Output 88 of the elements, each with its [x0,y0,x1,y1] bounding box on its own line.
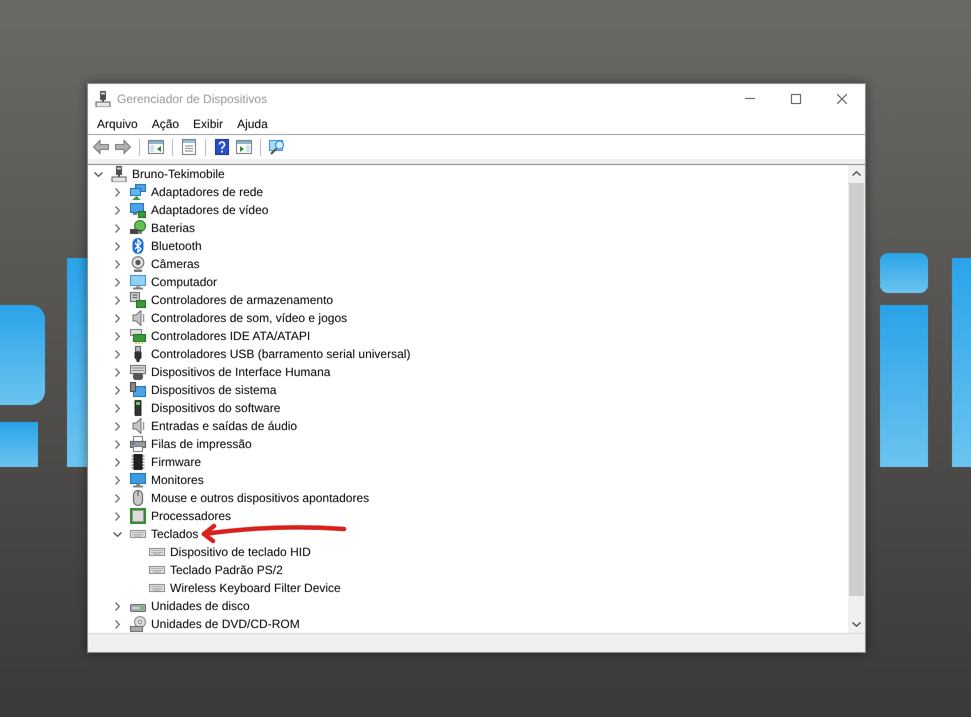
chevron-right-icon[interactable] [114,386,120,394]
speaker-icon [130,418,146,434]
chevron-right-icon[interactable] [114,314,120,322]
tree-item-label[interactable]: Adaptadores de rede [151,184,264,200]
back-arrow-icon [93,139,109,155]
minimize-icon [745,98,755,99]
caret-down-icon [852,622,861,627]
tree-item-label[interactable]: Bruno-Tekimobile [132,166,225,182]
chevron-right-icon[interactable] [114,602,120,610]
chevron-right-icon[interactable] [114,422,120,430]
tree-item-label[interactable]: Entradas e saídas de áudio [151,418,298,434]
chevron-right-icon[interactable] [114,440,120,448]
printer-icon [130,436,146,452]
menu-item[interactable]: Arquivo [90,114,145,134]
tree-item-label[interactable]: Dispositivos de Interface Humana [151,364,330,380]
menu-item[interactable]: Ação [144,114,186,134]
battery-plug-icon [130,220,146,236]
chevron-right-icon[interactable] [114,260,120,268]
chevron-down-icon[interactable] [112,532,122,536]
tree-item-label[interactable]: Mouse e outros dispositivos apontadores [151,490,370,506]
window-panes-icon [236,139,252,155]
chip-icon [130,454,146,470]
tree-item-label[interactable]: Bluetooth [151,238,202,254]
tree-item-label[interactable]: Monitores [151,472,204,488]
bluetooth-icon [130,238,146,254]
tree-item-label[interactable]: Controladores IDE ATA/ATAPI [151,328,310,344]
chevron-right-icon[interactable] [114,494,120,502]
tree-item-label[interactable]: Teclado Padrão PS/2 [170,562,283,578]
tree-item-label[interactable]: Computador [151,274,218,290]
help-icon [214,139,230,155]
tree-item-label[interactable]: Controladores de som, vídeo e jogos [151,310,348,326]
chevron-right-icon[interactable] [114,350,120,358]
tree-item-label[interactable]: Filas de impressão [151,436,252,452]
chevron-right-icon[interactable] [114,404,120,412]
network-monitors-icon [130,184,146,200]
window-title: Gerenciador de Dispositivos [117,92,268,106]
chevron-right-icon[interactable] [114,188,120,196]
close-icon [837,94,847,104]
processor-icon [130,508,146,524]
chevron-right-icon[interactable] [114,476,120,484]
computer-tower-icon [111,166,127,182]
storage-controller-icon [130,292,146,308]
scrollbar-thumb[interactable] [849,183,864,596]
speaker-icon [130,310,146,326]
tree-item-label[interactable]: Firmware [151,454,201,470]
input-device-icon [130,364,146,380]
tree-item-label[interactable]: Teclados [151,526,198,542]
display-card-icon [130,202,146,218]
tree-item-label[interactable]: Dispositivos de sistema [151,382,276,398]
document-icon [181,139,197,155]
chevron-right-icon[interactable] [114,512,120,520]
webcam-icon [130,256,146,272]
optical-drive-icon [130,616,146,632]
tree-item-label[interactable]: Câmeras [151,256,200,272]
chevron-down-icon[interactable] [94,172,102,176]
chevron-right-icon[interactable] [114,242,120,250]
tree-item-label[interactable]: Unidades de DVD/CD-ROM [151,616,300,632]
tree-item-label[interactable]: Wireless Keyboard Filter Device [170,580,341,596]
tree-item-label[interactable]: Unidades de disco [151,598,250,614]
system-monitor-icon [130,382,146,398]
tree-item-label[interactable]: Baterias [151,220,196,236]
chevron-right-icon[interactable] [114,332,120,340]
monitor-icon [130,472,146,488]
chevron-right-icon[interactable] [114,224,120,232]
menu-item[interactable]: Ajuda [230,114,275,134]
tree-item-label[interactable]: Processadores [151,508,232,524]
forward-arrow-icon [115,139,131,155]
chevron-right-icon[interactable] [114,296,120,304]
computer-icon [130,274,146,290]
caret-up-icon [852,171,861,176]
window-panes-icon [148,139,164,155]
chevron-right-icon[interactable] [114,278,120,286]
tree-item-label[interactable]: Controladores USB (barramento serial universal) [151,346,410,362]
mouse-icon [130,490,146,506]
menu-item[interactable]: Exibir [186,114,230,134]
tree-item-label[interactable]: Dispositivos do software [151,400,280,416]
chevron-right-icon[interactable] [114,368,120,376]
app-icon [95,90,111,106]
scrollbar-track[interactable] [848,165,865,633]
tree-item-label[interactable]: Controladores de armazenamento [151,292,334,308]
tree-item-label[interactable]: Adaptadores de vídeo [151,202,268,218]
chevron-right-icon[interactable] [114,458,120,466]
circuit-card-icon [130,328,146,344]
chevron-right-icon[interactable] [114,620,120,628]
maximize-icon [791,94,801,104]
tree-item-label[interactable]: Dispositivo de teclado HID [170,544,311,560]
monitor-magnifier-icon [269,139,285,155]
chevron-right-icon[interactable] [114,206,120,214]
